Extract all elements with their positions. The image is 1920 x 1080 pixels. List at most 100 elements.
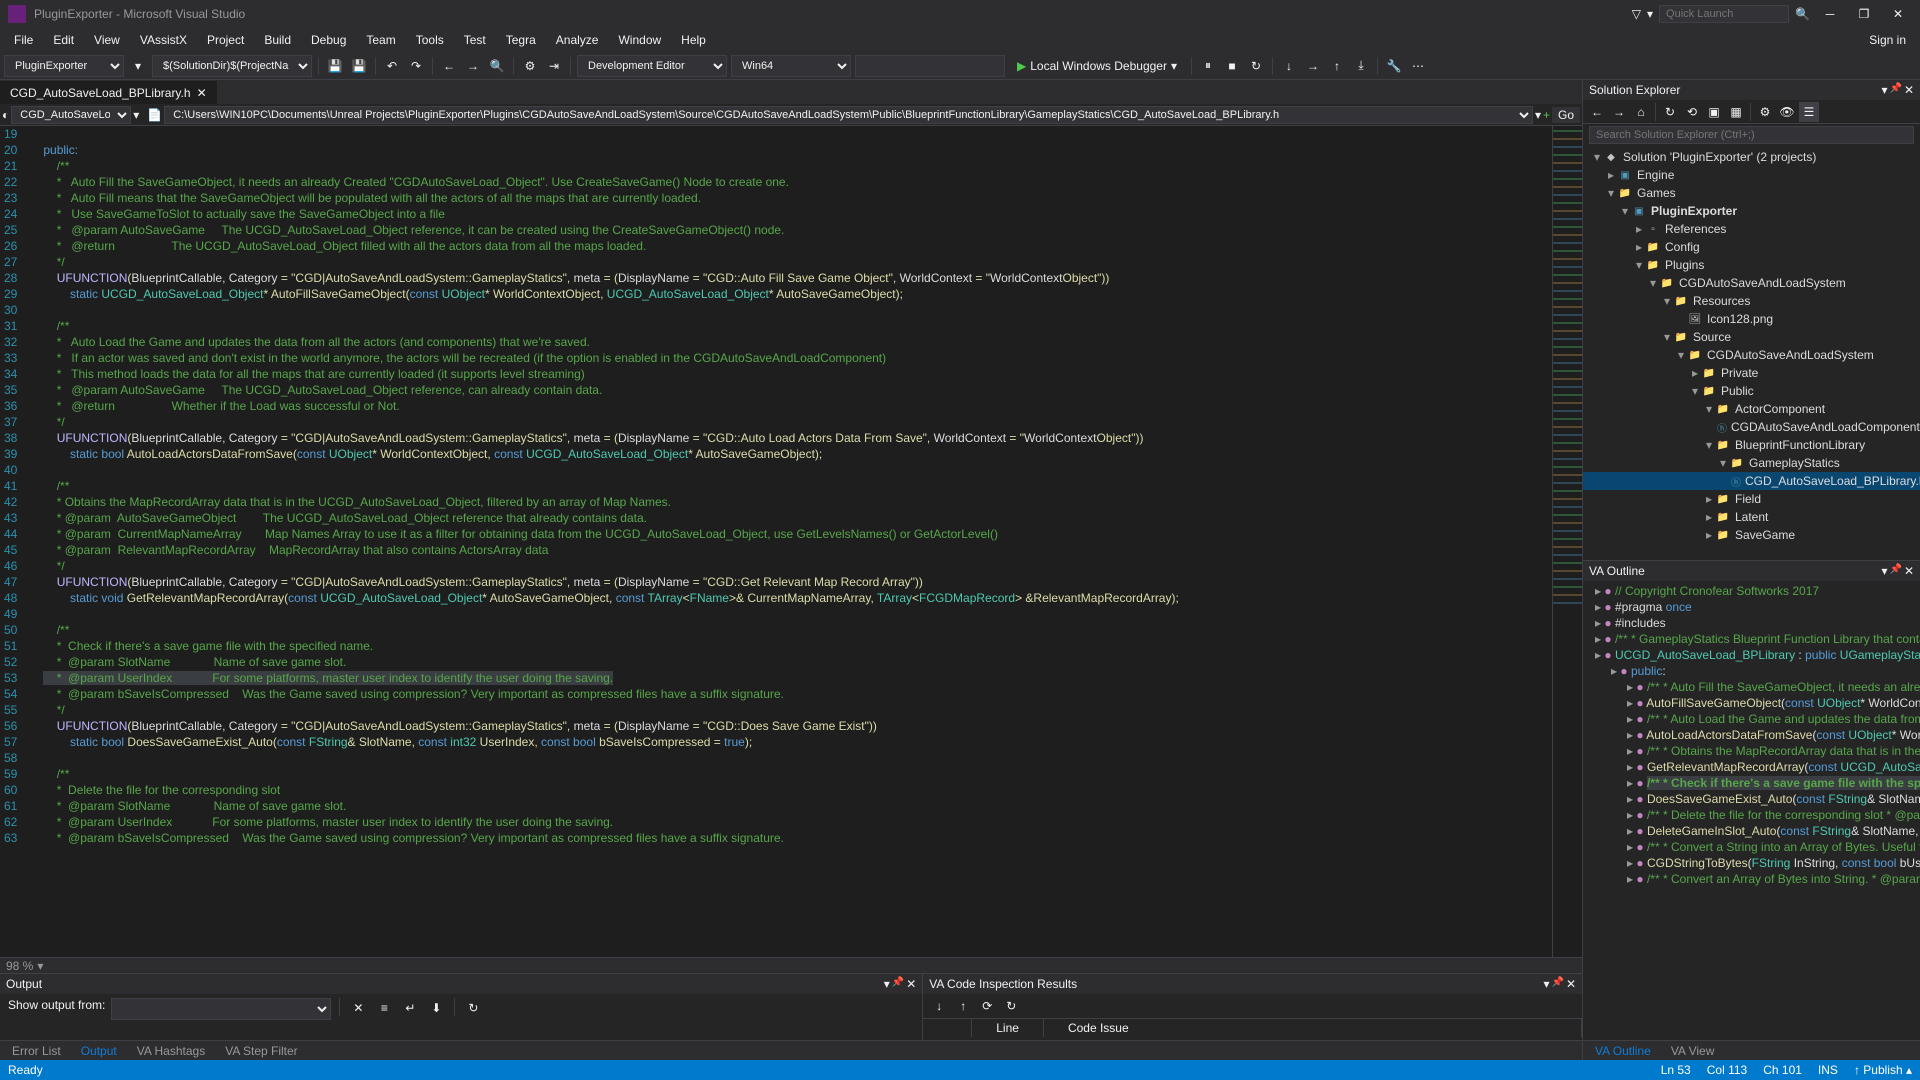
file-tab[interactable]: CGD_AutoSaveLoad_BPLibrary.h ✕ [0,81,217,104]
sign-in-link[interactable]: Sign in [1859,30,1916,50]
output-source-combo[interactable] [111,998,331,1020]
goto-icon[interactable]: ⇥ [544,56,564,76]
menu-vassistx[interactable]: VAssistX [130,30,197,50]
search-icon[interactable]: 🔍 [1795,7,1810,21]
outline-item[interactable]: ▸ ● AutoLoadActorsDataFromSave(const UOb… [1583,727,1920,743]
build-config-combo[interactable]: Development Editor [577,55,727,77]
panel-close-icon[interactable]: ✕ [1566,977,1576,991]
tree-node[interactable]: ▾📁ActorComponent [1583,400,1920,418]
maximize-button[interactable]: ❐ [1850,4,1878,24]
showall-icon[interactable]: ▦ [1726,102,1746,122]
step-into-icon[interactable]: ↓ [1279,56,1299,76]
tree-node[interactable]: ▾📁CGDAutoSaveAndLoadSystem [1583,274,1920,292]
menu-project[interactable]: Project [197,30,254,50]
undo-icon[interactable]: ↶ [382,56,402,76]
outline-item[interactable]: ▸ ● /** * Delete the file for the corres… [1583,807,1920,823]
outline-item[interactable]: ▸ ● GetRelevantMapRecordArray(const UCGD… [1583,759,1920,775]
redo-icon[interactable]: ↷ [406,56,426,76]
nav-back-icon[interactable]: ← [439,56,459,76]
nav-fwd-icon[interactable]: → [463,56,483,76]
panel-dropdown-icon[interactable]: ▾ [884,977,890,991]
tree-node[interactable]: ▾📁GameplayStatics [1583,454,1920,472]
outline-item[interactable]: ▸ ● /** * GameplayStatics Blueprint Func… [1583,631,1920,647]
tree-node[interactable]: ▸▣Engine [1583,166,1920,184]
right-tab-va-outline[interactable]: VA Outline [1587,1042,1659,1060]
tree-node[interactable]: ▾▣PluginExporter [1583,202,1920,220]
tree-node[interactable]: ▾📁Public [1583,382,1920,400]
outline-item[interactable]: ▸ ● DeleteGameInSlot_Auto(const FString&… [1583,823,1920,839]
code-editor[interactable]: 1920212223242526272829303132333435363738… [0,126,1582,957]
tree-node[interactable]: ▸📁SaveGame [1583,526,1920,544]
file-path-combo[interactable]: C:\Users\WIN10PC\Documents\Unreal Projec… [164,106,1533,124]
menu-edit[interactable]: Edit [43,30,84,50]
tree-node[interactable]: ▸📁Field [1583,490,1920,508]
collapse-icon[interactable]: ▣ [1704,102,1724,122]
tree-node[interactable]: ▸📁Private [1583,364,1920,382]
find-input[interactable] [855,55,1005,77]
minimize-button[interactable]: ─ [1816,4,1844,24]
outline-item[interactable]: ▸ ● public: [1583,663,1920,679]
panel-close-icon[interactable]: ✕ [906,977,916,991]
home-icon[interactable]: ⌂ [1631,102,1651,122]
run-to-icon[interactable]: ⤓ [1351,56,1371,76]
stop-icon[interactable]: ■ [1222,56,1242,76]
refresh-icon[interactable]: ↻ [1660,102,1680,122]
outline-item[interactable]: ▸ ● DoesSaveGameExist_Auto(const FString… [1583,791,1920,807]
save-icon[interactable]: 💾 [325,56,345,76]
output-scroll-icon[interactable]: ⬇ [426,998,446,1018]
menu-build[interactable]: Build [254,30,301,50]
find-icon[interactable]: 🔍 [487,56,507,76]
tree-node[interactable]: ▸📁Config [1583,238,1920,256]
output-toggle-icon[interactable]: ≡ [374,998,394,1018]
outline-item[interactable]: ▸ ● #includes [1583,615,1920,631]
tree-node[interactable]: ▾◆Solution 'PluginExporter' (2 projects) [1583,148,1920,166]
inspect-refresh-icon[interactable]: ↻ [1001,996,1021,1016]
panel-dropdown-icon[interactable]: ▾ [1881,564,1887,578]
outline-item[interactable]: ▸ ● /** * Check if there's a save game f… [1583,775,1920,791]
restart-icon[interactable]: ↻ [1246,56,1266,76]
panel-dropdown-icon[interactable]: ▾ [1881,83,1887,97]
fwd-icon[interactable]: → [1609,102,1629,122]
save-all-icon[interactable]: 💾 [349,56,369,76]
outline-item[interactable]: ▸ ● #pragma once [1583,599,1920,615]
bottom-tab-va-step-filter[interactable]: VA Step Filter [217,1042,305,1060]
outline-item[interactable]: ▸ ● /** * Auto Fill the SaveGameObject, … [1583,679,1920,695]
add-icon[interactable]: + [1543,108,1550,122]
panel-pin-icon[interactable]: 📌 [892,977,904,991]
outline-item[interactable]: ▸ ● /** * Auto Load the Game and updates… [1583,711,1920,727]
preview-icon[interactable]: 👁 [1777,102,1797,122]
menu-debug[interactable]: Debug [301,30,356,50]
quick-launch-input[interactable] [1659,5,1789,23]
output-wrap-icon[interactable]: ↵ [400,998,420,1018]
new-item-icon[interactable]: ▾ [128,56,148,76]
start-debug-button[interactable]: ▶Local Windows Debugger▾ [1009,57,1185,75]
tree-node[interactable]: ▸▫References [1583,220,1920,238]
scope-indicator-icon[interactable]: ◐ [2,108,9,122]
solution-path-combo[interactable]: $(SolutionDir)$(ProjectName).uprc [152,55,312,77]
step-out-icon[interactable]: ↑ [1327,56,1347,76]
panel-pin-icon[interactable]: 📌 [1889,83,1901,97]
tools-icon[interactable]: 🔧 [1384,56,1404,76]
menu-analyze[interactable]: Analyze [546,30,609,50]
tree-node[interactable]: ▾📁BlueprintFunctionLibrary [1583,436,1920,454]
tree-node[interactable]: 🖼Icon128.png [1583,310,1920,328]
inspect-up-icon[interactable]: ↑ [953,996,973,1016]
notifications-icon[interactable]: ▽ [1632,7,1641,21]
outline-item[interactable]: ▸ ● UCGD_AutoSaveLoad_BPLibrary : public… [1583,647,1920,663]
outline-item[interactable]: ▸ ● /** * Obtains the MapRecordArray dat… [1583,743,1920,759]
panel-pin-icon[interactable]: 📌 [1551,977,1563,991]
inspect-sync-icon[interactable]: ⟳ [977,996,997,1016]
panel-close-icon[interactable]: ✕ [1904,564,1914,578]
tree-node[interactable]: ▾📁Games [1583,184,1920,202]
output-clear-icon[interactable]: ✕ [348,998,368,1018]
tree-node[interactable]: ⓗCGD_AutoSaveLoad_BPLibrary.h [1583,472,1920,490]
refactor-icon[interactable]: ⚙ [520,56,540,76]
startup-project-combo[interactable]: PluginExporter [4,55,124,77]
outline-item[interactable]: ▸ ● AutoFillSaveGameObject(const UObject… [1583,695,1920,711]
pause-icon[interactable]: ⏸ [1198,56,1218,76]
tree-node[interactable]: ▸📁Latent [1583,508,1920,526]
close-button[interactable]: ✕ [1884,4,1912,24]
solution-search-input[interactable] [1589,126,1914,144]
tree-node[interactable]: ⓗCGDAutoSaveAndLoadComponent.h [1583,418,1920,436]
view-code-icon[interactable]: ☰ [1799,102,1819,122]
